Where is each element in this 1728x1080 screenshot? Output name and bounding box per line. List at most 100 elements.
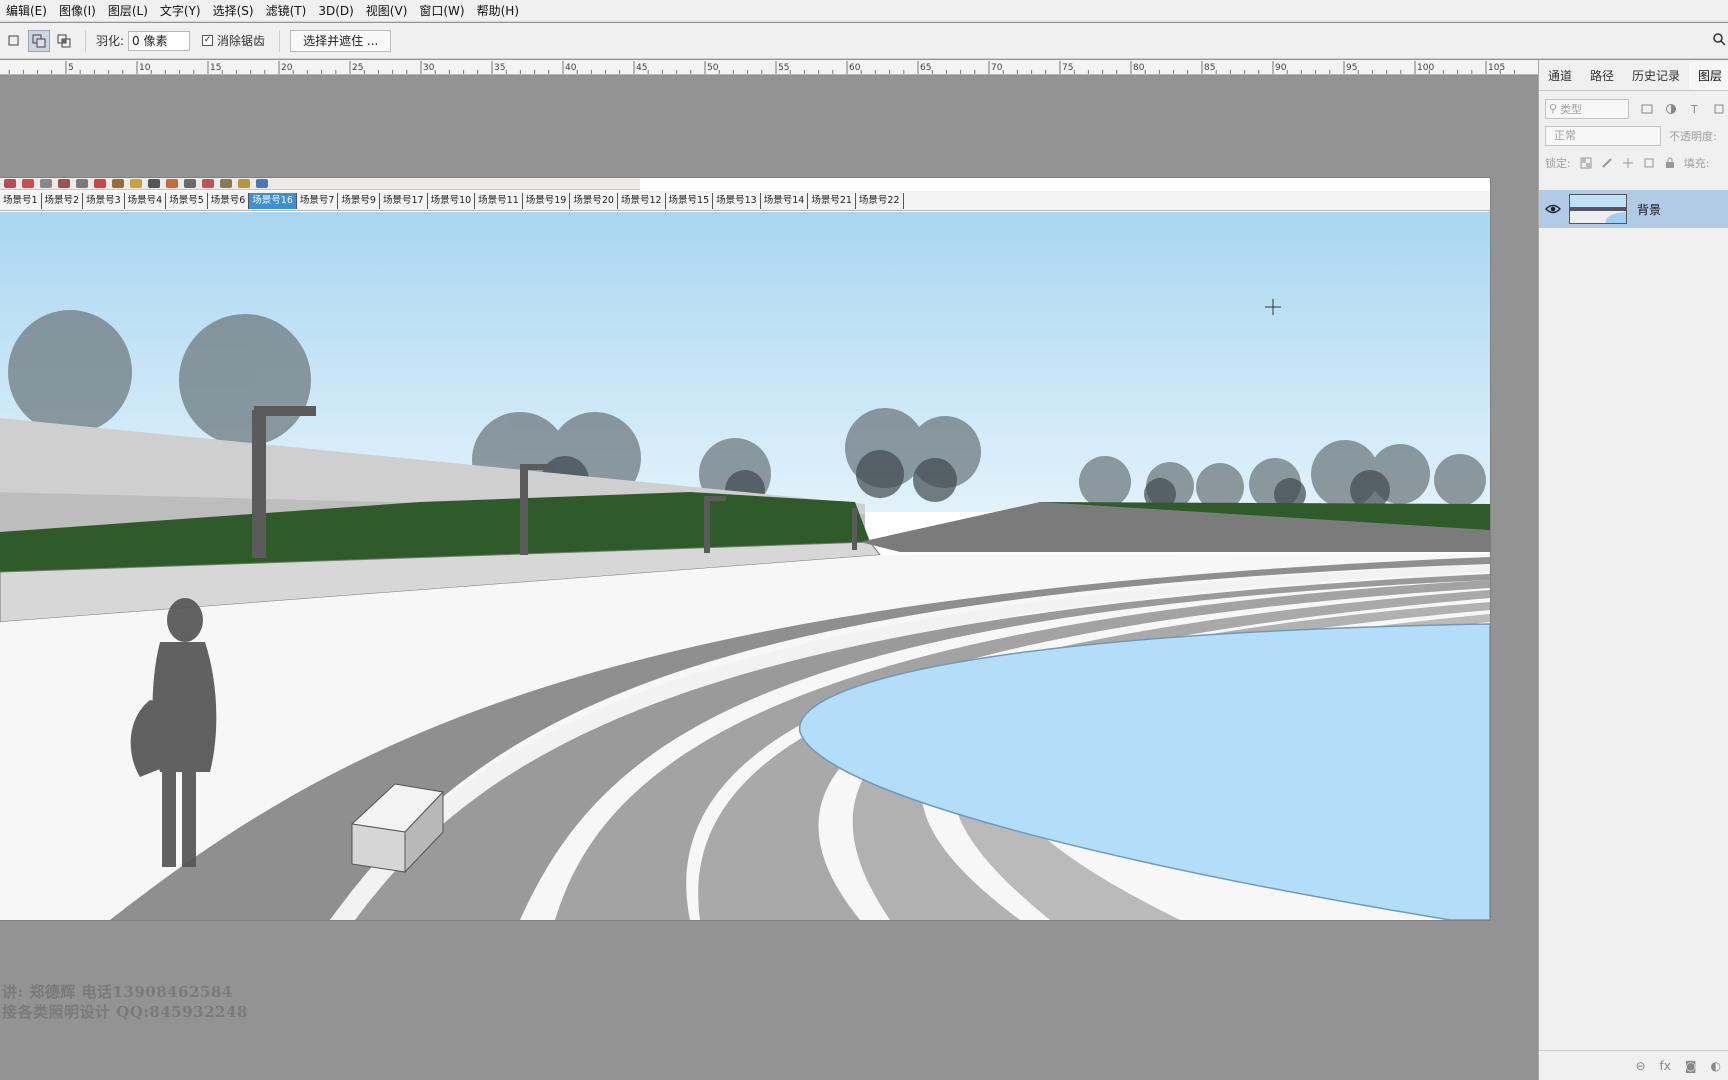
layer-row-background[interactable]: 背景 — [1539, 190, 1728, 228]
scene-tab[interactable]: 场景号20 — [570, 192, 618, 209]
ruler-label: 50 — [707, 63, 719, 73]
scene-tab[interactable]: 场景号21 — [808, 192, 856, 209]
feather-label: 羽化: — [96, 34, 125, 48]
scene-tab[interactable]: 场景号12 — [618, 192, 666, 209]
scene-tab[interactable]: 场景号15 — [666, 192, 714, 209]
scene-tab[interactable]: 场景号6 — [208, 192, 250, 209]
fx-icon[interactable]: fx — [1660, 1059, 1671, 1073]
scene-tab[interactable]: 场景号10 — [428, 192, 476, 209]
zoom-tool-icon — [184, 179, 196, 188]
dimension-tool-icon — [148, 179, 160, 188]
scene-tab[interactable]: 场景号16 — [249, 192, 297, 209]
panel-tab[interactable]: 历史记录 — [1623, 62, 1689, 90]
menu-item-3[interactable]: 文字(Y) — [154, 0, 207, 22]
lock-row: 锁定: 填充: — [1539, 149, 1728, 176]
antialias-label: 消除锯齿 — [217, 34, 266, 48]
ruler-label: 35 — [494, 63, 505, 73]
photoshop-window: 编辑(E) 图像(I) 图层(L) 文字(Y) 选择(S) 滤镜(T) 3D(D) 视图(V)… — [0, 0, 1728, 1080]
ruler-label: 25 — [352, 63, 363, 73]
walk-tool-icon — [202, 179, 214, 188]
opacity-label: 不透明度: — [1669, 129, 1717, 143]
ruler-label: 95 — [1346, 63, 1357, 73]
scene-tab[interactable]: 场景号9 — [338, 192, 380, 209]
eye-icon[interactable] — [1545, 203, 1561, 215]
link-icon[interactable]: ⊖ — [1635, 1059, 1645, 1073]
blend-mode-select[interactable]: 正常 — [1545, 125, 1661, 146]
scene-tab[interactable]: 场景号14 — [761, 192, 809, 209]
shape-tool-icon — [40, 179, 52, 188]
panel-tabs: 通道 路径 历史记录 图层 — [1539, 60, 1728, 91]
lock-artboard-icon[interactable] — [1643, 157, 1655, 169]
menu-item-9[interactable]: 帮助(H) — [471, 0, 525, 22]
search-icon[interactable] — [1712, 32, 1726, 46]
panel-tab[interactable]: 图层 — [1689, 62, 1728, 90]
lock-label: 锁定: — [1545, 156, 1571, 170]
filter-row: ⚲ 类型 T — [1539, 95, 1728, 122]
scene-tab[interactable]: 场景号17 — [380, 192, 428, 209]
ruler-label: 45 — [636, 63, 647, 73]
paint-tool-icon — [112, 179, 124, 188]
canvas-area[interactable]: 场景号1 场景号2 场景号3 场景号4 场景号5 场景号6 场景号16 场景号7 场景号9 场景号… — [0, 76, 1538, 1080]
panel-tab[interactable]: 路径 — [1581, 62, 1623, 90]
lock-transparent-icon[interactable] — [1580, 157, 1592, 169]
layer-filter-select[interactable]: ⚲ 类型 — [1545, 98, 1629, 119]
ruler-label: 30 — [423, 63, 435, 73]
adjustment-icon[interactable]: ◐ — [1711, 1059, 1721, 1073]
ruler-label: 5 — [68, 63, 74, 73]
tape-tool-icon — [130, 179, 142, 188]
new-selection-mode-button[interactable] — [3, 30, 25, 52]
menu-item-0[interactable]: 编辑(E) — [0, 0, 53, 22]
menu-item-4[interactable]: 选择(S) — [207, 0, 260, 22]
ruler-label: 60 — [849, 63, 861, 73]
scene-tab[interactable]: 场景号11 — [475, 192, 523, 209]
push-pull-tool-icon — [58, 179, 70, 188]
scene-tab[interactable]: 场景号19 — [523, 192, 571, 209]
scene-tab[interactable]: 场景号5 — [166, 192, 208, 209]
lock-move-icon[interactable] — [1622, 157, 1634, 169]
scene-tab[interactable]: 场景号1 — [0, 192, 42, 209]
export-icon — [256, 179, 268, 188]
menu-item-8[interactable]: 窗口(W) — [413, 0, 470, 22]
panel-tab[interactable]: 通道 — [1539, 62, 1581, 90]
mask-icon[interactable]: ◙ — [1685, 1059, 1697, 1073]
type-filter-icon[interactable]: T — [1689, 103, 1701, 115]
menu-item-1[interactable]: 图像(I) — [53, 0, 102, 22]
scene-tab[interactable]: 场景号22 — [856, 192, 904, 209]
menu-item-6[interactable]: 3D(D) — [312, 0, 359, 22]
layer-name: 背景 — [1637, 202, 1662, 217]
separator — [85, 29, 86, 52]
scene-tab[interactable]: 场景号4 — [125, 192, 167, 209]
menu-item-2[interactable]: 图层(L) — [102, 0, 154, 22]
separator — [279, 29, 281, 52]
ruler-label: 90 — [1275, 63, 1287, 73]
ruler-label: 55 — [778, 63, 789, 73]
shape-filter-icon[interactable] — [1713, 103, 1725, 115]
blend-row: 正常 不透明度: — [1539, 122, 1728, 149]
feather-input[interactable] — [128, 30, 191, 51]
add-selection-icon — [32, 34, 46, 47]
intersect-selection-mode-button[interactable] — [53, 30, 75, 52]
eraser-tool-icon — [4, 179, 16, 188]
svg-text:T: T — [1690, 103, 1698, 115]
layers-panel: 通道 路径 历史记录 图层 ⚲ 类型 T 正常 不透明度: 锁定: 填充: 背景… — [1538, 60, 1728, 1080]
antialias-checkbox[interactable]: ✓ — [202, 35, 214, 46]
pixel-filter-icon[interactable] — [1641, 103, 1653, 115]
add-selection-mode-button[interactable] — [28, 29, 50, 52]
filter-placeholder: 类型 — [1560, 102, 1583, 116]
menu-item-7[interactable]: 视图(V) — [360, 0, 414, 22]
ruler-label: 100 — [1417, 63, 1434, 73]
horizontal-ruler[interactable]: 5 10 15 20 25 30 35 40 45 50 55 60 65 70 75 80 85 90 95 100… — [0, 60, 1538, 75]
document-canvas[interactable]: 场景号1 场景号2 场景号3 场景号4 场景号5 场景号6 场景号16 场景号7 场景号9 场景号… — [0, 178, 1490, 920]
lock-all-icon[interactable] — [1664, 157, 1676, 169]
select-and-mask-button[interactable]: 选择并遮住 ... — [290, 29, 392, 52]
adjustment-filter-icon[interactable] — [1665, 103, 1677, 115]
sketchup-viewport[interactable] — [0, 212, 1490, 920]
scene-tab[interactable]: 场景号2 — [42, 192, 84, 209]
ruler-label: 105 — [1488, 63, 1505, 73]
scene-tab[interactable]: 场景号7 — [297, 192, 339, 209]
options-bar: 羽化: ✓ 消除锯齿 选择并遮住 ... — [0, 23, 1728, 59]
scene-tab[interactable]: 场景号3 — [83, 192, 125, 209]
lock-brush-icon[interactable] — [1601, 157, 1613, 169]
menu-item-5[interactable]: 滤镜(T) — [260, 0, 313, 22]
scene-tab[interactable]: 场景号13 — [713, 192, 761, 209]
